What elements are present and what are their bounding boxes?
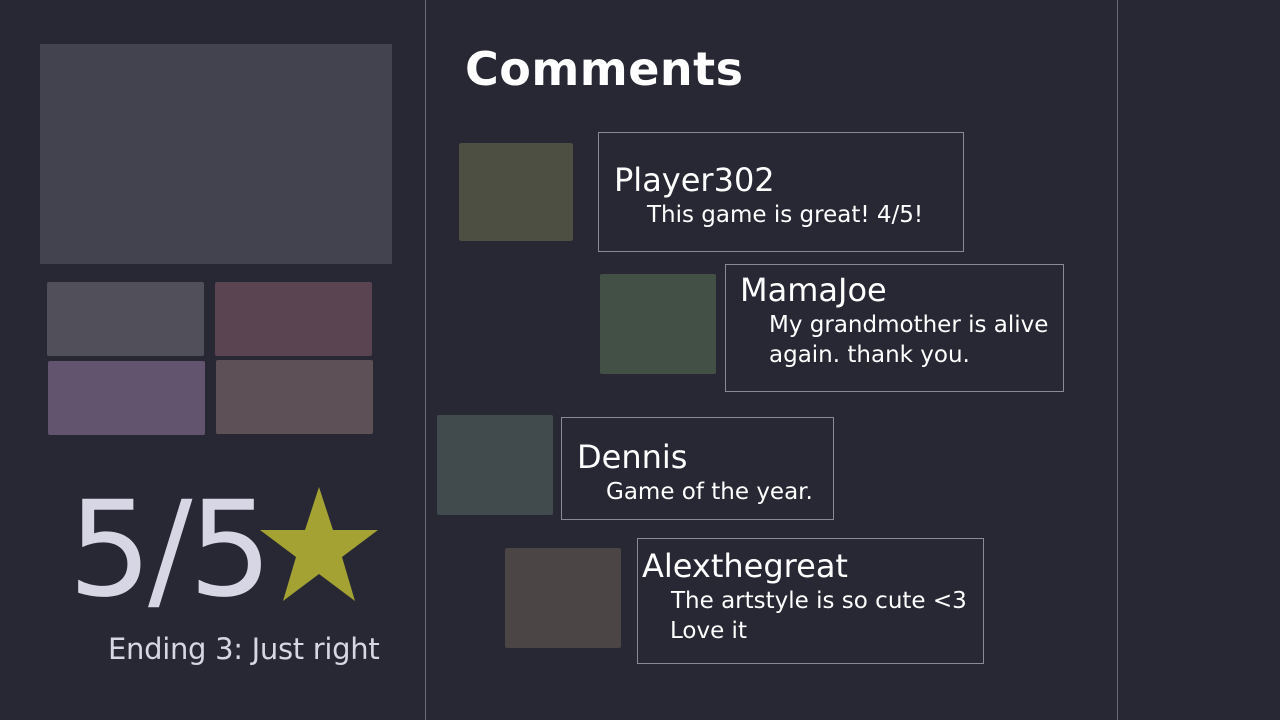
comment-avatar[interactable] xyxy=(459,143,573,241)
comment-username[interactable]: MamaJoe xyxy=(740,274,887,306)
comment-username[interactable]: Dennis xyxy=(577,441,687,473)
comment-username[interactable]: Player302 xyxy=(614,164,775,196)
rating-score: 5/5 xyxy=(68,473,272,627)
comment-username[interactable]: Alexthegreat xyxy=(642,550,848,582)
left-divider xyxy=(425,0,426,720)
comment-text: My grandmother is alive xyxy=(769,312,1049,338)
gallery-tile-1[interactable] xyxy=(47,282,204,356)
comments-title: Comments xyxy=(465,42,744,96)
star-icon xyxy=(260,487,378,601)
gallery-tile-4[interactable] xyxy=(216,360,373,434)
comment-text: This game is great! 4/5! xyxy=(647,202,924,228)
comment-avatar[interactable] xyxy=(600,274,716,374)
comment-avatar[interactable] xyxy=(505,548,621,648)
comment-text: Game of the year. xyxy=(606,479,813,505)
main-screenshot[interactable] xyxy=(40,44,392,264)
comment-text-line2: Love it xyxy=(670,618,747,644)
comment-text-line2: again. thank you. xyxy=(769,342,970,368)
comment-text: The artstyle is so cute <3 xyxy=(671,588,967,614)
ending-label: Ending 3: Just right xyxy=(108,632,380,666)
right-divider xyxy=(1117,0,1118,720)
gallery-tile-2[interactable] xyxy=(215,282,372,356)
star-shape xyxy=(260,487,378,601)
gallery-tile-3[interactable] xyxy=(48,361,205,435)
comment-avatar[interactable] xyxy=(437,415,553,515)
